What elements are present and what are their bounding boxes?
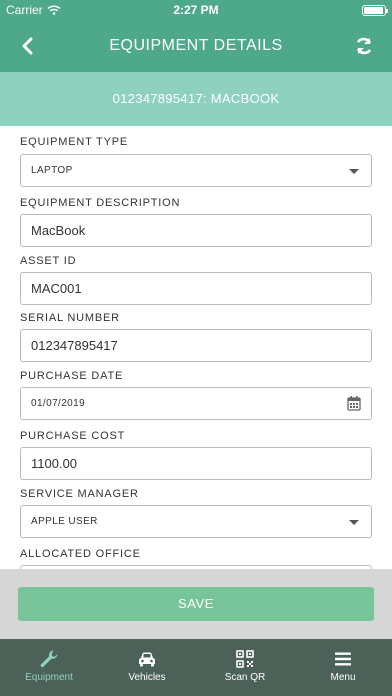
equipment-description-field[interactable]: MacBook	[20, 214, 372, 247]
tab-label: Scan QR	[224, 672, 266, 683]
status-bar: Carrier 2:27 PM	[0, 0, 392, 20]
tab-vehicles[interactable]: Vehicles	[98, 639, 196, 696]
asset-id-label: ASSET ID	[20, 255, 77, 267]
qr-code-icon	[236, 650, 254, 668]
page-title: EQUIPMENT DETAILS	[109, 37, 283, 54]
car-icon	[139, 652, 155, 667]
purchase-date-value: 01/07/2019	[31, 398, 86, 409]
purchase-date-label: PURCHASE DATE	[20, 370, 124, 382]
equipment-description-value: MacBook	[31, 223, 86, 238]
service-manager-value: APPLE USER	[31, 516, 98, 527]
serial-number-label: SERIAL NUMBER	[20, 312, 120, 324]
tab-menu[interactable]: Menu	[294, 639, 392, 696]
nav-bar: EQUIPMENT DETAILS	[0, 20, 392, 72]
refresh-button[interactable]	[350, 32, 378, 60]
equipment-type-label: EQUIPMENT TYPE	[20, 136, 128, 148]
tab-equipment[interactable]: Equipment	[0, 639, 98, 696]
equipment-form: EQUIPMENT TYPE LAPTOP EQUIPMENT DESCRIPT…	[0, 126, 392, 569]
equipment-type-select[interactable]: LAPTOP	[20, 154, 372, 187]
save-area: SAVE	[0, 569, 392, 639]
menu-icon	[335, 652, 351, 666]
chevron-left-icon	[22, 37, 33, 55]
service-manager-select[interactable]: APPLE USER	[20, 505, 372, 538]
purchase-cost-value: 1100.00	[31, 456, 78, 471]
caret-down-icon	[349, 169, 359, 174]
caret-down-icon	[349, 520, 359, 525]
status-time: 2:27 PM	[173, 3, 219, 17]
tab-label: Vehicles	[128, 672, 166, 683]
tab-bar: Equipment Vehicles Scan QR Menu	[0, 639, 392, 696]
equipment-subheader: 012347895417: MACBOOK	[0, 72, 392, 126]
asset-id-value: MAC001	[31, 281, 82, 296]
service-manager-label: SERVICE MANAGER	[20, 488, 139, 500]
calendar-icon	[347, 396, 361, 411]
equipment-type-value: LAPTOP	[31, 165, 73, 176]
save-button[interactable]: SAVE	[18, 587, 374, 621]
equipment-description-label: EQUIPMENT DESCRIPTION	[20, 197, 181, 209]
tab-label: Menu	[330, 672, 356, 683]
purchase-date-field[interactable]: 01/07/2019	[20, 387, 372, 420]
wrench-icon	[40, 650, 58, 668]
tab-scan-qr[interactable]: Scan QR	[196, 639, 294, 696]
refresh-icon	[356, 37, 372, 55]
allocated-office-label: ALLOCATED OFFICE	[20, 548, 141, 560]
serial-number-value: 012347895417	[31, 338, 118, 353]
purchase-cost-field[interactable]: 1100.00	[20, 447, 372, 480]
back-button[interactable]	[14, 32, 42, 60]
battery-icon	[362, 5, 388, 16]
serial-number-field[interactable]: 012347895417	[20, 329, 372, 362]
purchase-cost-label: PURCHASE COST	[20, 430, 126, 442]
asset-id-field[interactable]: MAC001	[20, 272, 372, 305]
tab-label: Equipment	[25, 672, 73, 683]
